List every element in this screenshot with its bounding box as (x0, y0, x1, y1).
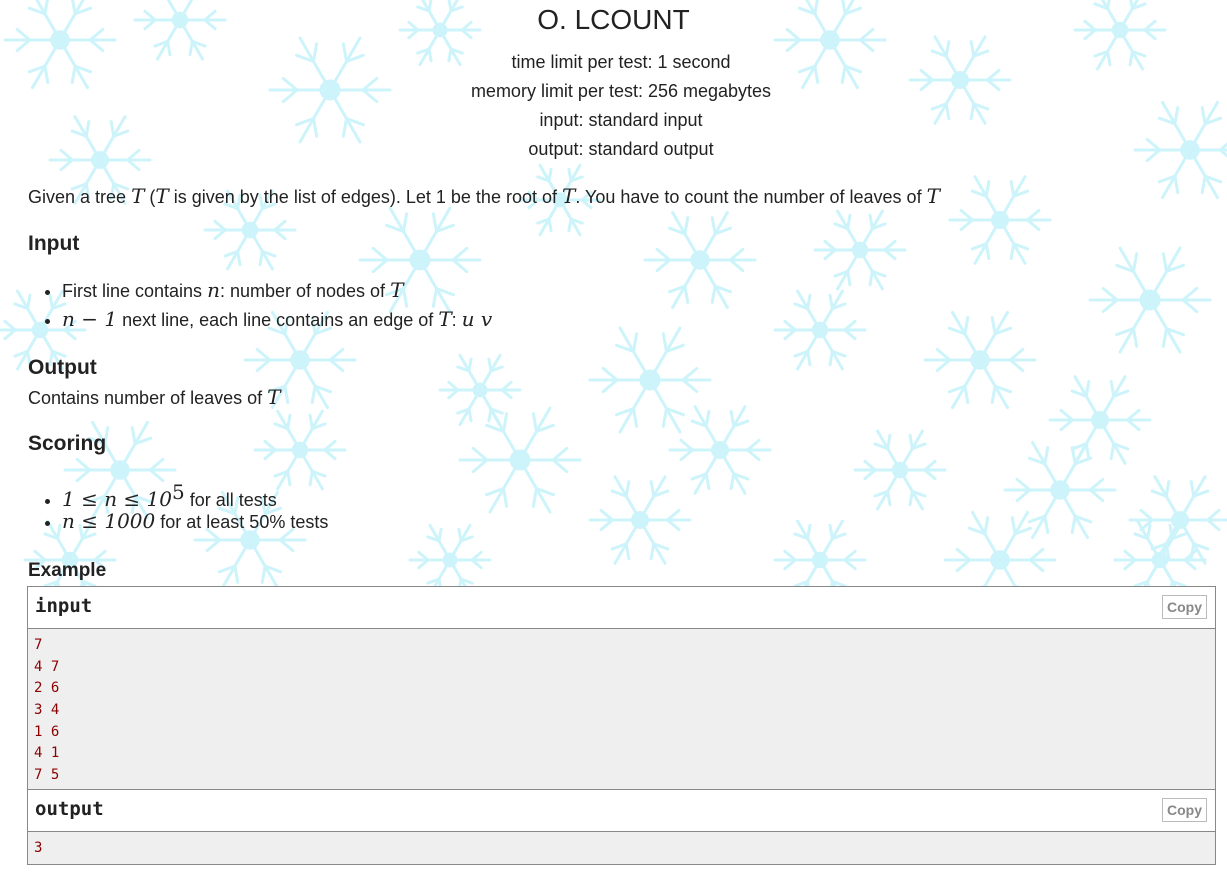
sample-output-block: output Copy 3 (27, 789, 1216, 865)
list-item: n − 1 next line, each line contains an e… (62, 305, 492, 334)
output-spec-paragraph: Contains number of leaves of T (28, 385, 281, 409)
math-T: T (561, 184, 576, 208)
math-T: T (926, 184, 940, 208)
sample-line: 2 6 (34, 680, 60, 697)
sample-output-content[interactable]: 3 (28, 832, 1215, 864)
input-type: input: standard input (539, 110, 703, 130)
input-spec-list: First line contains n: number of nodes o… (44, 276, 492, 334)
sample-line: 4 1 (34, 745, 60, 762)
memory-limit: memory limit per test: 256 megabytes (470, 81, 772, 101)
sample-line: 4 7 (34, 658, 60, 675)
math-T: T (267, 385, 281, 409)
list-item: 1 ≤ n ≤ 105 for all tests (62, 478, 328, 511)
copy-output-button[interactable]: Copy (1162, 798, 1207, 822)
sample-input-content[interactable]: 7 4 7 2 6 3 4 1 6 4 1 7 5 (28, 629, 1215, 791)
sample-input-label: input (35, 595, 93, 617)
legend-paragraph: Given a tree T (T is given by the list o… (28, 184, 940, 208)
output-type: output: standard output (528, 139, 714, 159)
sample-line: 3 4 (34, 702, 60, 719)
time-limit: time limit per test: 1 second (511, 52, 731, 72)
problem-statement: O. LCOUNT time limit per test: 1 second … (0, 0, 1227, 875)
math-T: T (131, 184, 145, 208)
math-T: T (155, 184, 169, 208)
sample-input-header: input Copy (28, 587, 1215, 629)
problem-title: O. LCOUNT (537, 4, 690, 35)
input-section-title: Input (28, 232, 80, 255)
sample-output-header: output Copy (28, 790, 1215, 832)
copy-input-button[interactable]: Copy (1162, 595, 1207, 619)
sample-output-label: output (35, 798, 104, 820)
sample-line: 1 6 (34, 723, 60, 740)
scoring-list: 1 ≤ n ≤ 105 for all tests n ≤ 1000 for a… (44, 478, 328, 536)
sample-line: 3 (34, 840, 43, 856)
sample-input-block: input Copy 7 4 7 2 6 3 4 1 6 4 1 7 5 (27, 586, 1216, 792)
sample-line: 7 (34, 637, 43, 653)
scoring-section-title: Scoring (28, 432, 107, 455)
sample-line: 7 5 (34, 767, 60, 784)
list-item: n ≤ 1000 for at least 50% tests (62, 507, 328, 536)
list-item: First line contains n: number of nodes o… (62, 276, 492, 305)
output-section-title: Output (28, 356, 97, 379)
example-title: Example (28, 560, 107, 581)
